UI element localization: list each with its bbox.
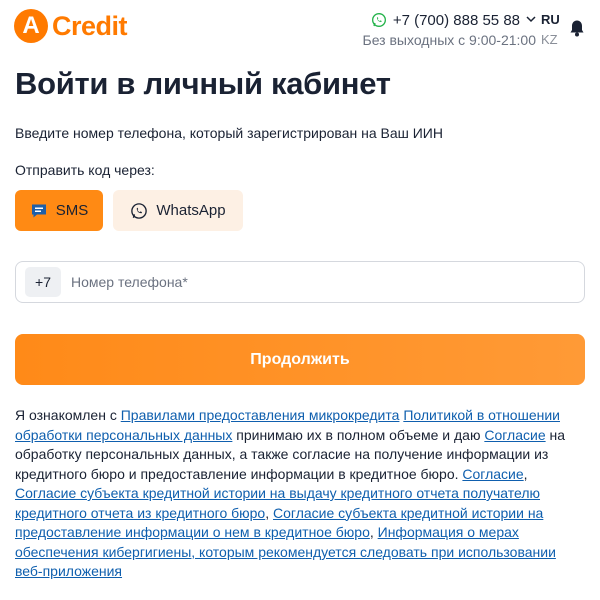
whatsapp-button-label: WhatsApp: [156, 202, 226, 219]
continue-button-label: Продолжить: [250, 350, 350, 368]
working-hours: Без выходных с 9:00-21:00: [362, 32, 536, 48]
bell-icon[interactable]: [569, 19, 585, 37]
consent-link[interactable]: Согласие: [484, 427, 545, 443]
logo-mark: A: [14, 9, 48, 43]
phone-dropdown[interactable]: +7 (700) 888 55 88: [363, 10, 536, 30]
sms-button-label: SMS: [55, 202, 89, 219]
whatsapp-icon: [371, 13, 386, 27]
chevron-down-icon[interactable]: [526, 14, 536, 26]
loan-rules-link[interactable]: Правилами предоставления микрокредита: [121, 407, 400, 423]
consent-text-part: принимаю их в полном объеме и даю: [232, 426, 485, 443]
country-code: +7: [25, 267, 61, 297]
lang-ru[interactable]: RU: [541, 10, 560, 30]
contact-block: +7 (700) 888 55 88 Без выходных с 9:00-2…: [362, 10, 536, 49]
site-header: A Credit +7 (700) 888 55 88 Без выходных…: [0, 0, 600, 56]
consent-text-part: ,: [523, 465, 528, 482]
consent-link-2[interactable]: Согласие: [462, 466, 523, 482]
language-switcher: RU KZ: [541, 10, 560, 50]
phone-field: +7: [15, 261, 585, 303]
consent-text-part: ,: [369, 524, 378, 540]
continue-button[interactable]: Продолжить: [15, 334, 585, 385]
send-code-label: Отправить код через:: [15, 162, 155, 178]
page-title: Войти в личный кабинет: [15, 66, 391, 101]
consent-text: Я ознакомлен с Правилами предоставления …: [15, 406, 587, 582]
consent-text-part: Я ознакомлен с: [15, 407, 121, 423]
consent-text-part: ,: [265, 504, 274, 521]
page-subtitle: Введите номер телефона, который зарегист…: [15, 125, 443, 141]
lang-kz[interactable]: KZ: [541, 30, 560, 50]
phone-number[interactable]: +7 (700) 888 55 88: [393, 12, 520, 29]
whatsapp-button[interactable]: WhatsApp: [113, 190, 243, 231]
logo[interactable]: A Credit: [14, 9, 128, 43]
phone-input[interactable]: [71, 274, 551, 290]
logo-wordmark: Credit: [52, 10, 128, 41]
whatsapp-icon: [131, 202, 148, 219]
sms-button[interactable]: SMS: [15, 190, 103, 231]
sms-icon: [31, 204, 46, 217]
